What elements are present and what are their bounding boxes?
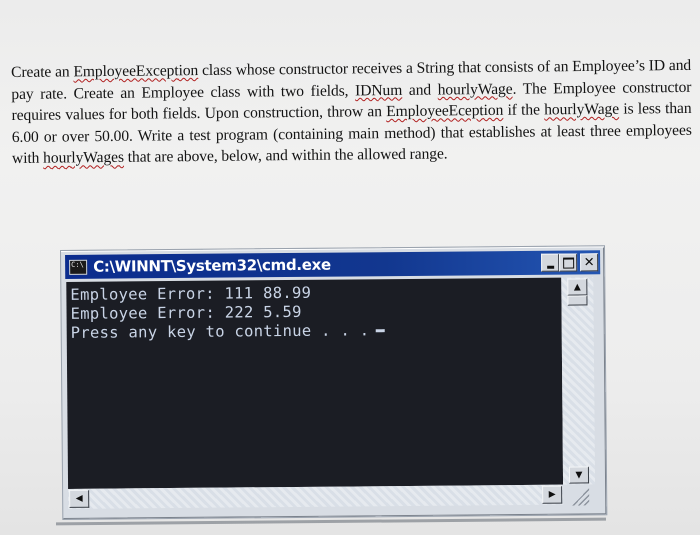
window-title: C:\WINNT\System32\cmd.exe — [93, 255, 331, 276]
title-bar[interactable]: C:\ C:\WINNT\System32\cmd.exe ✕ — [65, 250, 601, 279]
vertical-scrollbar[interactable]: ▲ ▼ — [561, 277, 596, 485]
cmd-window[interactable]: C:\ C:\WINNT\System32\cmd.exe ✕ Employee… — [60, 245, 608, 520]
scroll-up-button[interactable]: ▲ — [567, 278, 588, 296]
scroll-left-button[interactable]: ◀ — [69, 489, 90, 508]
arrow-left-icon: ◀ — [75, 493, 83, 504]
arrow-right-icon: ▶ — [548, 489, 556, 500]
text-segment: if the — [503, 101, 545, 120]
text-segment: Create an — [11, 63, 74, 81]
problem-statement: Create an EmployeeException class whose … — [11, 55, 692, 170]
horizontal-scrollbar[interactable]: ◀ ▶ — [68, 484, 564, 509]
scroll-right-button[interactable]: ▶ — [542, 485, 563, 504]
console-line: Press any key to continue . . . — [71, 320, 558, 343]
text-segment: that are above, below, and within the al… — [123, 145, 448, 167]
console-prompt: Press any key to continue . . . — [70, 321, 370, 342]
text-segment: and — [402, 81, 438, 99]
maximize-button[interactable] — [559, 253, 578, 272]
maximize-icon — [562, 257, 574, 269]
resize-grip-icon[interactable] — [569, 487, 590, 506]
vertical-scroll-thumb[interactable] — [567, 295, 588, 306]
console-icon[interactable]: C:\ — [69, 259, 88, 275]
field-name-hourlywages: hourlyWages — [43, 149, 125, 168]
minimize-icon — [546, 265, 554, 269]
scroll-down-button[interactable]: ▼ — [568, 466, 590, 484]
window-controls: ✕ — [541, 253, 599, 272]
arrow-up-icon: ▲ — [573, 281, 581, 293]
field-name-hourlywage: hourlyWage — [544, 100, 620, 119]
console-icon-label: C:\ — [71, 260, 84, 269]
close-icon: ✕ — [583, 254, 595, 270]
arrow-down-icon: ▼ — [575, 469, 583, 481]
text-cursor — [375, 329, 385, 333]
minimize-button[interactable] — [541, 253, 560, 272]
field-name-hourlywage: hourlyWage — [437, 80, 513, 99]
class-name-employeeeception: EmployeeEception — [386, 102, 504, 121]
problem-paragraph: Create an EmployeeException class whose … — [11, 55, 692, 170]
close-button[interactable]: ✕ — [580, 253, 599, 272]
field-name-idnum: IDNum — [354, 81, 403, 99]
console-output[interactable]: Employee Error: 111 88.99 Employee Error… — [66, 277, 564, 489]
class-name-employeeexception: EmployeeException — [73, 62, 199, 81]
